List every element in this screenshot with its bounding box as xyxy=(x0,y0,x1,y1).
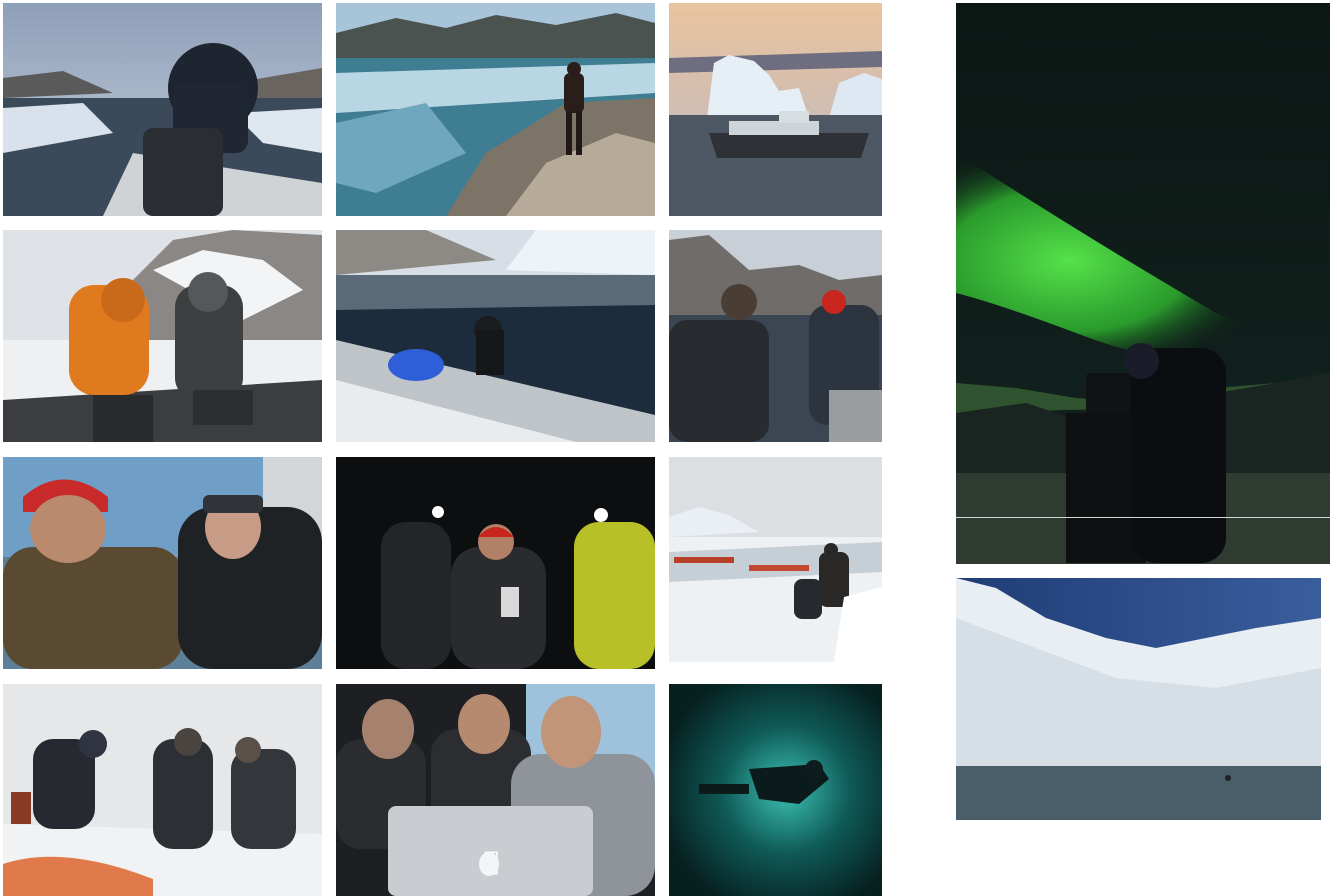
iceberg-wall-image xyxy=(956,578,1321,820)
aurora-image xyxy=(956,3,1330,564)
ice-fjord-image xyxy=(336,3,655,216)
photo-iceberg-boat[interactable] xyxy=(669,3,882,216)
photo-iceberg-wall[interactable] xyxy=(956,578,1321,820)
photo-blizzard[interactable] xyxy=(3,684,322,896)
photo-gallery:  xyxy=(0,0,1337,896)
photo-night-headlamps[interactable] xyxy=(336,457,655,669)
photo-dinghy-crew[interactable] xyxy=(669,230,882,442)
iceberg-boat-image xyxy=(669,3,882,216)
photo-snow-crew[interactable] xyxy=(3,230,322,442)
underwater-diver-image xyxy=(669,684,882,896)
snow-crew-image xyxy=(3,230,322,442)
blizzard-image xyxy=(3,684,322,896)
diver-surface-image xyxy=(336,230,655,442)
photo-ice-fjord[interactable] xyxy=(336,3,655,216)
photo-sea-ice-camp[interactable] xyxy=(669,457,882,662)
photo-diver-surface[interactable] xyxy=(336,230,655,442)
photo-aurora[interactable] xyxy=(956,3,1330,564)
photo-boat-ride[interactable] xyxy=(3,3,322,216)
night-headlamps-image xyxy=(336,457,655,669)
boat-ride-image xyxy=(3,3,322,216)
dinghy-crew-image xyxy=(669,230,882,442)
sea-ice-camp-image xyxy=(669,457,882,662)
diver-feeding-image xyxy=(3,457,322,669)
laptop-review-image:  xyxy=(336,684,655,896)
photo-underwater-diver[interactable] xyxy=(669,684,882,896)
photo-diver-feeding[interactable] xyxy=(3,457,322,669)
photo-laptop-review[interactable]:  xyxy=(336,684,655,896)
